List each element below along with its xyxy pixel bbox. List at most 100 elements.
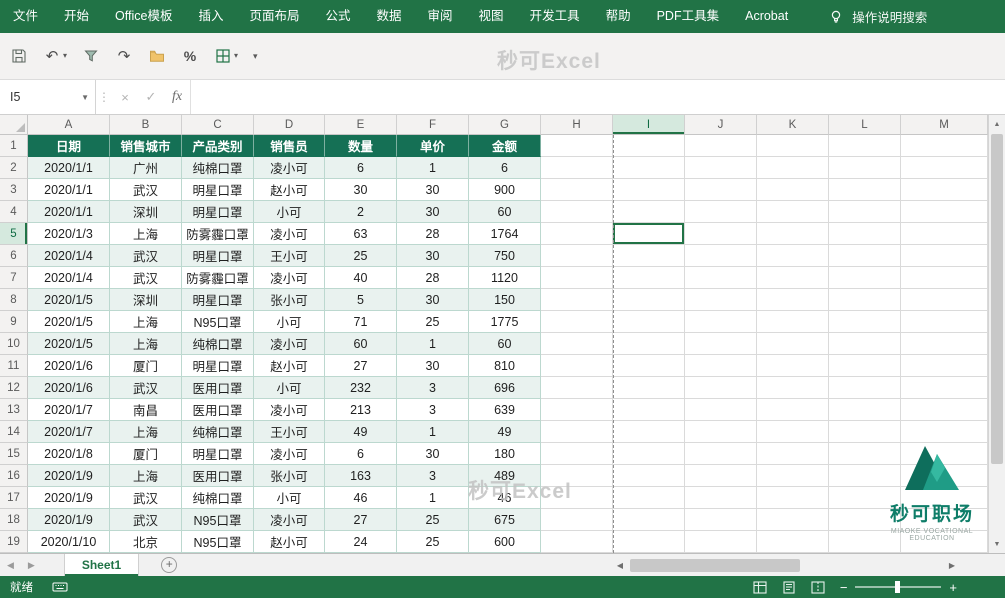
cell-L13[interactable] — [829, 399, 901, 421]
add-sheet-button[interactable]: + — [161, 557, 177, 573]
cell-I1[interactable] — [613, 135, 685, 157]
column-header-F[interactable]: F — [397, 115, 469, 135]
page-layout-view-icon[interactable] — [782, 581, 796, 594]
cell-E11[interactable]: 27 — [325, 355, 397, 377]
cell-A9[interactable]: 2020/1/5 — [28, 311, 110, 333]
cell-B1[interactable]: 销售城市 — [110, 135, 182, 157]
cell-I8[interactable] — [613, 289, 685, 311]
row-header-7[interactable]: 7 — [0, 267, 28, 289]
tell-me-search[interactable]: 操作说明搜索 — [827, 7, 927, 26]
cell-J1[interactable] — [685, 135, 757, 157]
cell-H13[interactable] — [541, 399, 613, 421]
cell-G16[interactable]: 489 — [469, 465, 541, 487]
cell-H14[interactable] — [541, 421, 613, 443]
cell-F3[interactable]: 30 — [397, 179, 469, 201]
cell-L12[interactable] — [829, 377, 901, 399]
cell-F10[interactable]: 1 — [397, 333, 469, 355]
borders-dropdown-icon[interactable]: ▾ — [234, 47, 238, 65]
sheet-tab-sheet1[interactable]: Sheet1 — [64, 554, 139, 576]
cell-B5[interactable]: 上海 — [110, 223, 182, 245]
cell-B14[interactable]: 上海 — [110, 421, 182, 443]
cell-C1[interactable]: 产品类别 — [182, 135, 254, 157]
ribbon-tab-0[interactable]: 文件 — [0, 0, 51, 33]
cell-C3[interactable]: 明星口罩 — [182, 179, 254, 201]
cell-M16[interactable] — [901, 465, 988, 487]
undo-button[interactable]: ↶ ▾ — [43, 47, 67, 65]
ribbon-tab-3[interactable]: 插入 — [185, 0, 236, 33]
cell-L5[interactable] — [829, 223, 901, 245]
cell-I13[interactable] — [613, 399, 685, 421]
cell-I15[interactable] — [613, 443, 685, 465]
cell-I14[interactable] — [613, 421, 685, 443]
row-header-4[interactable]: 4 — [0, 201, 28, 223]
cell-G9[interactable]: 1775 — [469, 311, 541, 333]
cell-C7[interactable]: 防雾霾口罩 — [182, 267, 254, 289]
cell-H11[interactable] — [541, 355, 613, 377]
row-header-5[interactable]: 5 — [0, 223, 28, 245]
cell-J3[interactable] — [685, 179, 757, 201]
cell-J19[interactable] — [685, 531, 757, 553]
name-box-dropdown-icon[interactable]: ▼ — [81, 93, 89, 102]
cell-A16[interactable]: 2020/1/9 — [28, 465, 110, 487]
ribbon-tab-10[interactable]: 帮助 — [593, 0, 644, 33]
cell-L4[interactable] — [829, 201, 901, 223]
cell-L17[interactable] — [829, 487, 901, 509]
cell-J18[interactable] — [685, 509, 757, 531]
cell-I18[interactable] — [613, 509, 685, 531]
cell-I2[interactable] — [613, 157, 685, 179]
cell-L6[interactable] — [829, 245, 901, 267]
cell-F8[interactable]: 30 — [397, 289, 469, 311]
ribbon-tab-6[interactable]: 数据 — [364, 0, 415, 33]
cell-C9[interactable]: N95口罩 — [182, 311, 254, 333]
cell-A7[interactable]: 2020/1/4 — [28, 267, 110, 289]
cell-E12[interactable]: 232 — [325, 377, 397, 399]
cell-L3[interactable] — [829, 179, 901, 201]
cell-L10[interactable] — [829, 333, 901, 355]
cell-E10[interactable]: 60 — [325, 333, 397, 355]
cell-F18[interactable]: 25 — [397, 509, 469, 531]
cell-D9[interactable]: 小可 — [254, 311, 325, 333]
cell-M10[interactable] — [901, 333, 988, 355]
cell-D7[interactable]: 凌小可 — [254, 267, 325, 289]
cell-F14[interactable]: 1 — [397, 421, 469, 443]
cell-D4[interactable]: 小可 — [254, 201, 325, 223]
cell-M5[interactable] — [901, 223, 988, 245]
cell-J10[interactable] — [685, 333, 757, 355]
formula-input[interactable] — [190, 80, 1005, 114]
cell-B12[interactable]: 武汉 — [110, 377, 182, 399]
cell-F2[interactable]: 1 — [397, 157, 469, 179]
cell-I6[interactable] — [613, 245, 685, 267]
cell-G14[interactable]: 49 — [469, 421, 541, 443]
page-break-view-icon[interactable] — [811, 581, 825, 594]
open-folder-icon[interactable] — [148, 47, 166, 65]
cell-J8[interactable] — [685, 289, 757, 311]
cell-J4[interactable] — [685, 201, 757, 223]
cancel-icon[interactable]: × — [112, 80, 138, 114]
cell-M13[interactable] — [901, 399, 988, 421]
ribbon-tab-5[interactable]: 公式 — [313, 0, 364, 33]
row-header-8[interactable]: 8 — [0, 289, 28, 311]
row-header-17[interactable]: 17 — [0, 487, 28, 509]
column-header-I[interactable]: I — [613, 115, 685, 135]
cell-K4[interactable] — [757, 201, 829, 223]
cell-G7[interactable]: 1120 — [469, 267, 541, 289]
cell-J11[interactable] — [685, 355, 757, 377]
cell-H18[interactable] — [541, 509, 613, 531]
cell-K18[interactable] — [757, 509, 829, 531]
cell-H4[interactable] — [541, 201, 613, 223]
cell-M11[interactable] — [901, 355, 988, 377]
cell-M2[interactable] — [901, 157, 988, 179]
borders-button[interactable]: ▾ — [214, 47, 238, 65]
column-header-L[interactable]: L — [829, 115, 901, 135]
scroll-left-icon[interactable]: ◀ — [612, 561, 628, 570]
cell-H15[interactable] — [541, 443, 613, 465]
row-header-9[interactable]: 9 — [0, 311, 28, 333]
cell-F5[interactable]: 28 — [397, 223, 469, 245]
cell-J14[interactable] — [685, 421, 757, 443]
row-header-13[interactable]: 13 — [0, 399, 28, 421]
cell-F1[interactable]: 单价 — [397, 135, 469, 157]
cell-B18[interactable]: 武汉 — [110, 509, 182, 531]
cell-C8[interactable]: 明星口罩 — [182, 289, 254, 311]
cell-H9[interactable] — [541, 311, 613, 333]
cell-G1[interactable]: 金额 — [469, 135, 541, 157]
